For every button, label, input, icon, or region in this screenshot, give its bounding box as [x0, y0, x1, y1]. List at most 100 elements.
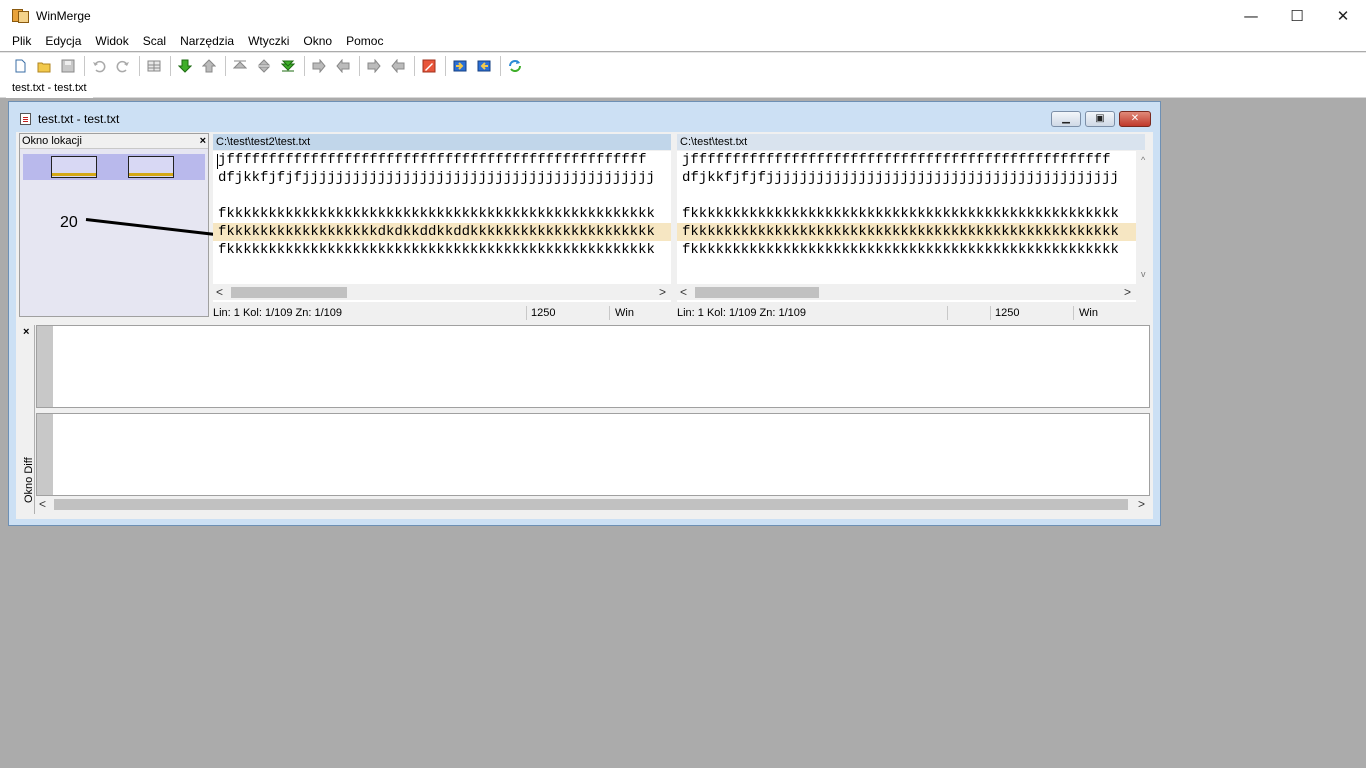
prev-diff-button[interactable] [198, 55, 220, 77]
edit-button[interactable] [418, 55, 440, 77]
menu-pomoc[interactable]: Pomoc [339, 34, 390, 48]
copy-left-advance-icon [391, 58, 405, 73]
menu-widok[interactable]: Widok [88, 34, 135, 48]
scroll-left-icon[interactable]: < [39, 497, 46, 511]
location-left-viewport[interactable] [51, 156, 97, 178]
prev-diff-icon [202, 58, 216, 72]
left-editor[interactable]: jfffffffffffffffffffffffffffffffffffffff… [213, 151, 671, 302]
scroll-right-icon[interactable]: > [659, 285, 666, 299]
merge-right-button[interactable] [449, 55, 471, 77]
new-icon [15, 59, 26, 72]
toolbar-separator [414, 55, 415, 76]
refresh-button[interactable] [504, 55, 526, 77]
code-line[interactable]: dfjkkfjfjfjjjjjjjjjjjjjjjjjjjjjjjjjjjjjj… [213, 169, 671, 187]
child-restore-button[interactable]: ▣ [1085, 111, 1115, 127]
scroll-left-icon[interactable]: < [216, 285, 223, 299]
code-line[interactable]: fkkkkkkkkkkkkkkkkkkkkkkkkkkkkkkkkkkkkkkk… [213, 241, 671, 259]
save-button[interactable] [57, 55, 79, 77]
menu-plik[interactable]: Plik [5, 34, 38, 48]
copy-left-button[interactable] [332, 55, 354, 77]
right-horizontal-scrollbar[interactable]: < > [677, 284, 1136, 300]
location-right-viewport[interactable] [128, 156, 174, 178]
minimize-button[interactable]: — [1228, 0, 1274, 31]
toolbar-separator [500, 55, 501, 76]
winmerge-logo-icon [12, 8, 30, 24]
options-button[interactable] [143, 55, 165, 77]
location-pane-title: Okno lokacji [22, 135, 82, 147]
code-line[interactable]: jfffffffffffffffffffffffffffffffffffffff… [213, 151, 671, 169]
scroll-up-icon[interactable]: ^ [1141, 155, 1145, 165]
menu-bar: Plik Edycja Widok Scal Narzędzia Wtyczki… [0, 31, 1366, 51]
next-diff-button[interactable] [174, 55, 196, 77]
diff-pane-bottom[interactable] [36, 413, 1150, 496]
code-line[interactable]: dfjkkfjfjfjjjjjjjjjjjjjjjjjjjjjjjjjjjjjj… [677, 169, 1136, 187]
code-line[interactable] [213, 187, 671, 205]
toolbar-separator [139, 55, 140, 76]
scroll-thumb[interactable] [231, 287, 347, 298]
left-file-path: C:\test\test2\test.txt [213, 134, 671, 150]
current-diff-button[interactable] [253, 55, 275, 77]
tab-test-txt[interactable]: test.txt - test.txt [6, 79, 93, 98]
undo-icon [93, 60, 106, 72]
code-line[interactable]: jfffffffffffffffffffffffffffffffffffffff… [677, 151, 1136, 169]
new-button[interactable] [9, 55, 31, 77]
first-diff-button[interactable] [229, 55, 251, 77]
editor-vertical-scrollbar[interactable]: ^ v [1137, 151, 1153, 282]
scroll-down-icon[interactable]: v [1141, 269, 1146, 279]
last-diff-button[interactable] [277, 55, 299, 77]
menu-edycja[interactable]: Edycja [38, 34, 88, 48]
first-diff-icon [233, 60, 247, 68]
toolbar-separator [225, 55, 226, 76]
status-divider [947, 306, 948, 320]
scroll-right-icon[interactable]: > [1124, 285, 1131, 299]
scroll-right-icon[interactable]: > [1138, 497, 1145, 511]
close-button[interactable]: ✕ [1320, 0, 1366, 31]
app-titlebar: WinMerge — ☐ ✕ [0, 0, 1366, 31]
menu-okno[interactable]: Okno [296, 34, 339, 48]
copy-right-advance-button[interactable] [363, 55, 385, 77]
copy-right-button[interactable] [308, 55, 330, 77]
diff-gutter [37, 326, 53, 407]
right-editor[interactable]: jfffffffffffffffffffffffffffffffffffffff… [677, 151, 1136, 302]
code-line-diff[interactable]: fkkkkkkkkkkkkkkkkkkkkkkkkkkkkkkkkkkkkkkk… [677, 223, 1136, 241]
undo-button[interactable] [88, 55, 110, 77]
code-line[interactable]: fkkkkkkkkkkkkkkkkkkkkkkkkkkkkkkkkkkkkkkk… [213, 205, 671, 223]
code-line[interactable]: fkkkkkkkkkkkkkkkkkkkkkkkkkkkkkkkkkkkkkkk… [677, 241, 1136, 259]
menu-narzedzia[interactable]: Narzędzia [173, 34, 241, 48]
code-line-diff[interactable]: fkkkkkkkkkkkkkkkkkkdkdkkddkkddkkkkkkkkkk… [213, 223, 671, 241]
redo-button[interactable] [112, 55, 134, 77]
right-cursor-position: Lin: 1 Kol: 1/109 Zn: 1/109 [677, 307, 807, 319]
copy-right-advance-icon [367, 58, 381, 73]
scroll-left-icon[interactable]: < [680, 285, 687, 299]
code-line[interactable] [677, 187, 1136, 205]
diff-gutter [37, 414, 53, 495]
open-button[interactable] [33, 55, 55, 77]
diff-pane-bar: × Okno Diff [19, 325, 35, 514]
status-divider [609, 306, 610, 320]
location-pane: Okno lokacji × 20 [19, 133, 214, 317]
left-eol: Win [615, 307, 634, 319]
refresh-icon [509, 59, 521, 72]
compare-window-title: test.txt - test.txt [38, 112, 120, 126]
document-tab-strip: test.txt - test.txt [0, 78, 1366, 98]
location-pane-close-icon[interactable]: × [200, 134, 206, 148]
menu-scal[interactable]: Scal [136, 34, 173, 48]
left-status-bar: Lin: 1 Kol: 1/109 Zn: 1/109 1250 Win [213, 304, 671, 322]
diff-pane-label: Okno Diff [23, 457, 35, 503]
diff-horizontal-scrollbar[interactable]: < > [36, 496, 1150, 512]
diff-pane-top[interactable] [36, 325, 1150, 408]
redo-icon [116, 60, 129, 72]
menu-wtyczki[interactable]: Wtyczki [241, 34, 296, 48]
maximize-button[interactable]: ☐ [1274, 0, 1320, 31]
code-line[interactable]: fkkkkkkkkkkkkkkkkkkkkkkkkkkkkkkkkkkkkkkk… [677, 205, 1136, 223]
scroll-thumb[interactable] [695, 287, 819, 298]
copy-left-advance-button[interactable] [387, 55, 409, 77]
diff-pane-close-icon[interactable]: × [23, 326, 29, 338]
child-minimize-button[interactable]: ▁ [1051, 111, 1081, 127]
merge-right-icon [453, 60, 467, 71]
location-map[interactable] [23, 154, 205, 180]
merge-left-button[interactable] [473, 55, 495, 77]
left-horizontal-scrollbar[interactable]: < > [213, 284, 671, 300]
child-close-button[interactable]: ✕ [1119, 111, 1151, 127]
scroll-thumb[interactable] [54, 499, 1128, 510]
